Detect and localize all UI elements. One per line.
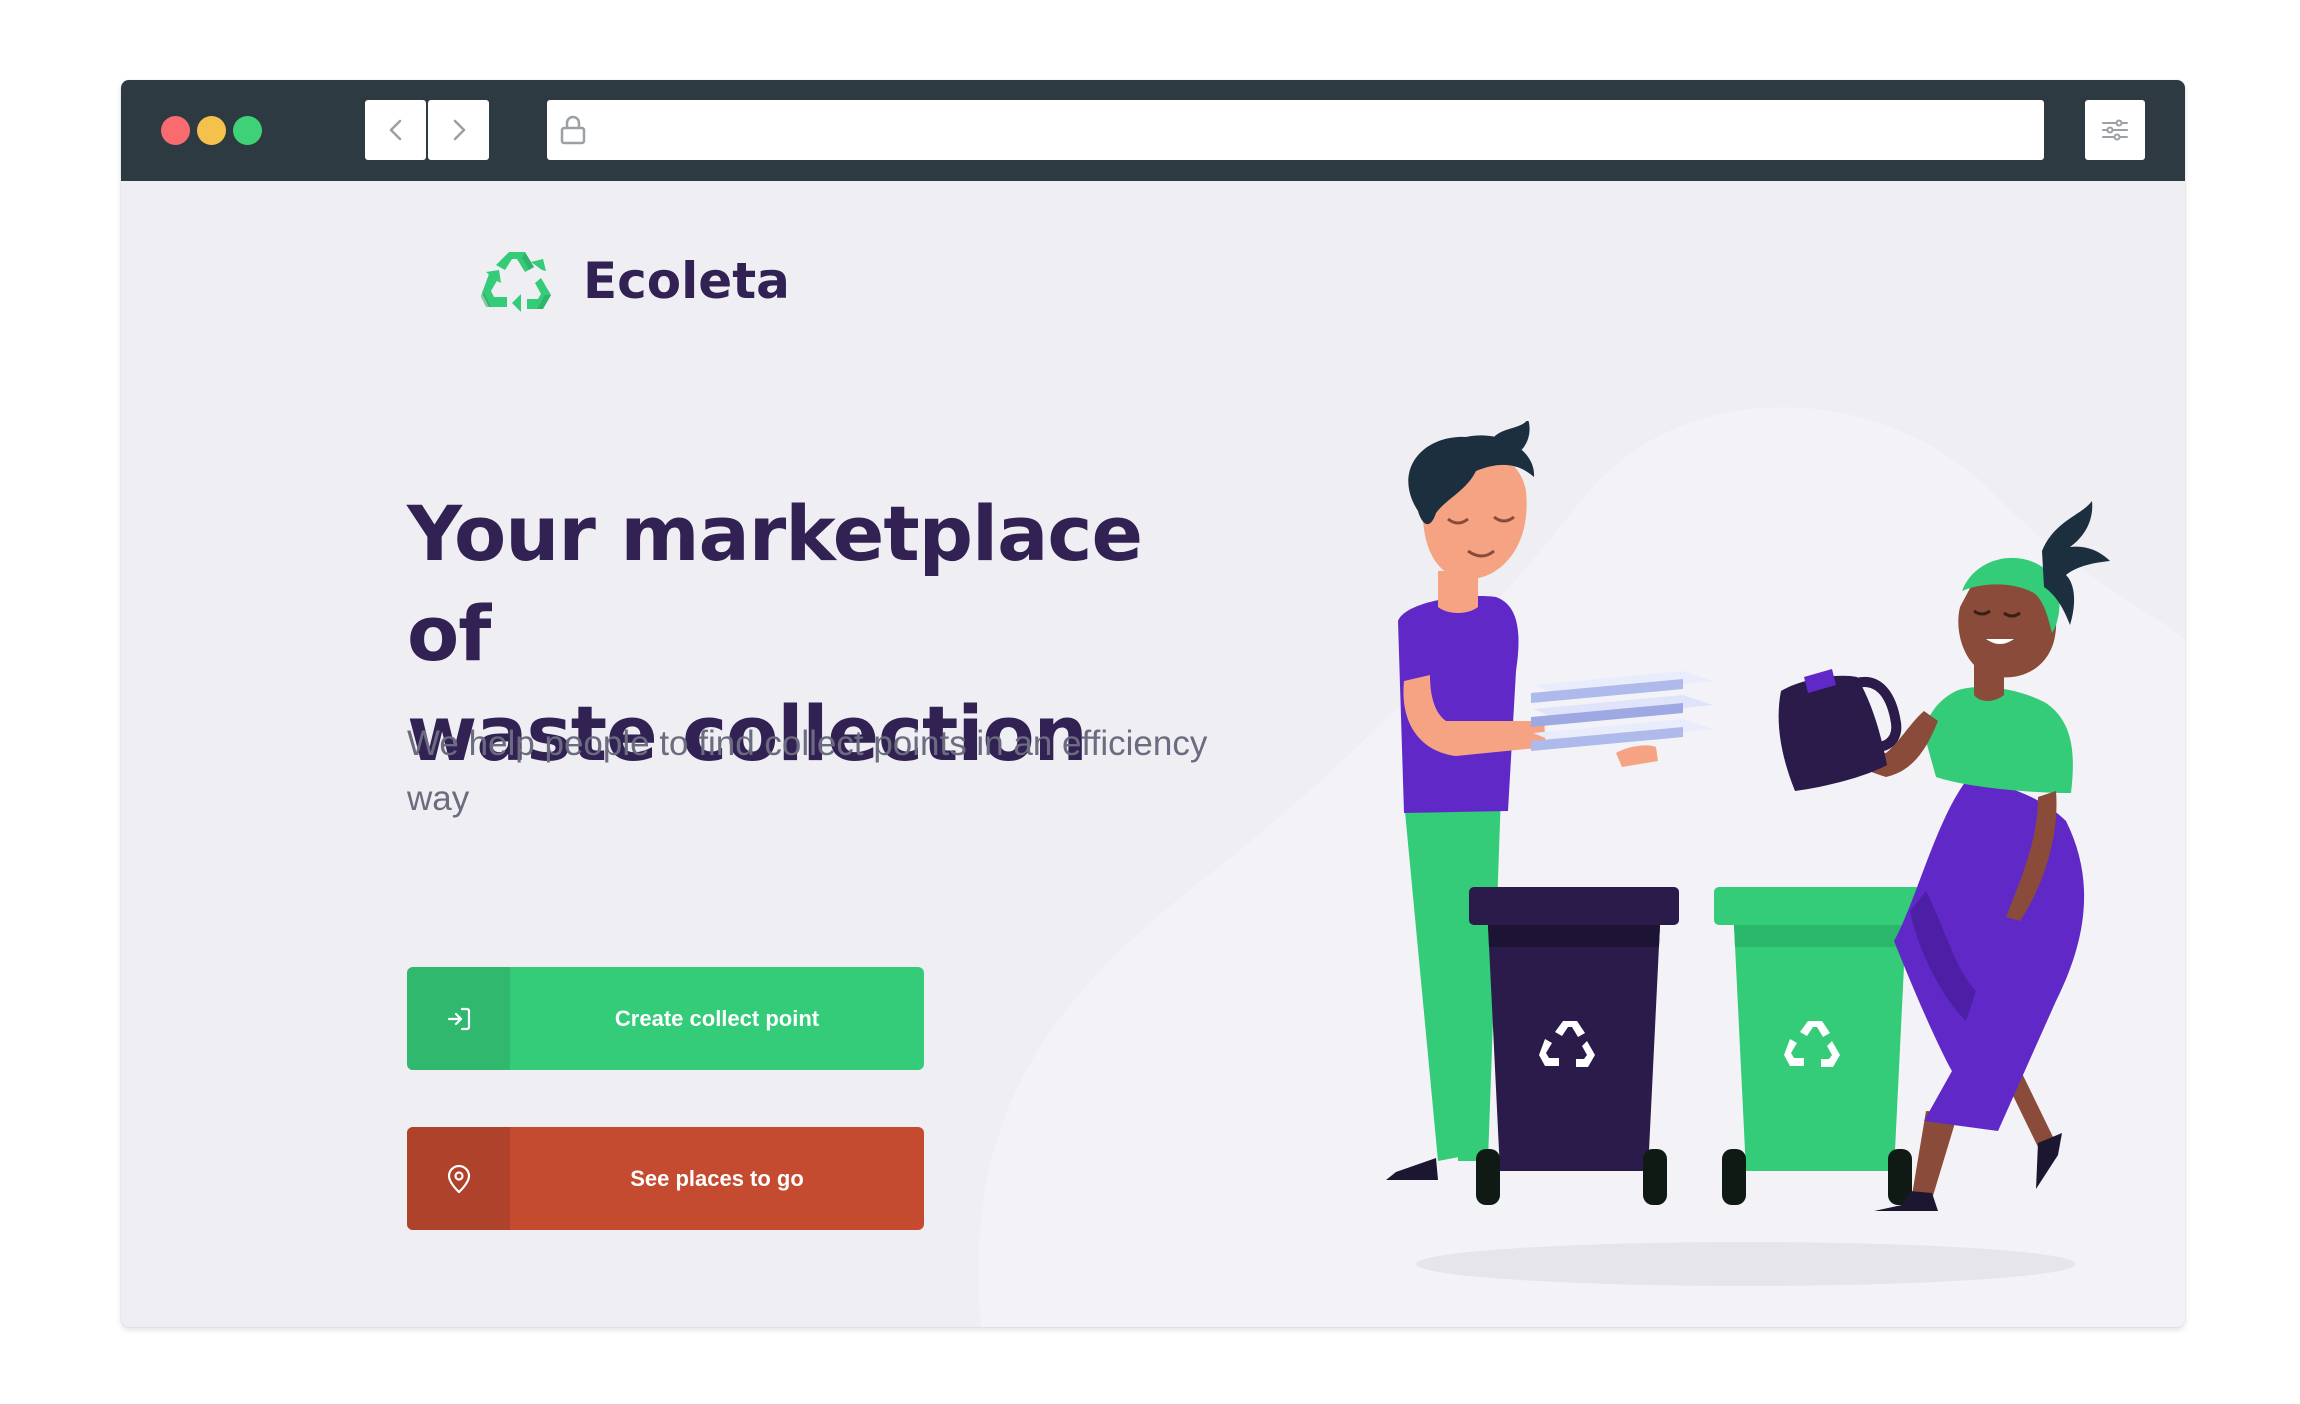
back-button[interactable]: [365, 100, 426, 160]
sliders-icon: [2102, 119, 2128, 141]
recycle-icon: [481, 252, 551, 312]
forward-button[interactable]: [428, 100, 489, 160]
hero-title-line1: Your marketplace of: [407, 489, 1143, 678]
settings-button[interactable]: [2085, 100, 2145, 160]
brand-logo[interactable]: Ecoleta: [481, 248, 790, 314]
see-places-label: See places to go: [630, 1165, 804, 1191]
chevron-right-icon: [453, 119, 465, 141]
see-places-button[interactable]: See places to go: [407, 1127, 924, 1230]
browser-window: Ecoleta Your marketplace of waste collec…: [121, 80, 2185, 1327]
brand-name: Ecoleta: [583, 252, 790, 310]
log-in-icon: [407, 967, 510, 1070]
maximize-window-button[interactable]: [233, 116, 262, 145]
minimize-window-button[interactable]: [197, 116, 226, 145]
address-bar[interactable]: [547, 100, 2044, 162]
page-content: Ecoleta Your marketplace of waste collec…: [121, 181, 2185, 1327]
hero-subtitle: We help people to find collect points in…: [407, 724, 1208, 818]
map-pin-icon: [407, 1127, 510, 1230]
create-collect-point-button[interactable]: Create collect point: [407, 967, 924, 1070]
browser-titlebar: [121, 80, 2185, 181]
green-bin: [1714, 887, 1924, 1205]
chevron-left-icon: [389, 119, 401, 141]
create-collect-point-label: Create collect point: [614, 1005, 820, 1031]
dark-bin: [1469, 887, 1679, 1205]
recycling-people-illustration: [1386, 421, 2110, 1286]
close-window-button[interactable]: [161, 116, 190, 145]
lock-icon: [560, 115, 586, 145]
url-input[interactable]: [607, 100, 2031, 162]
